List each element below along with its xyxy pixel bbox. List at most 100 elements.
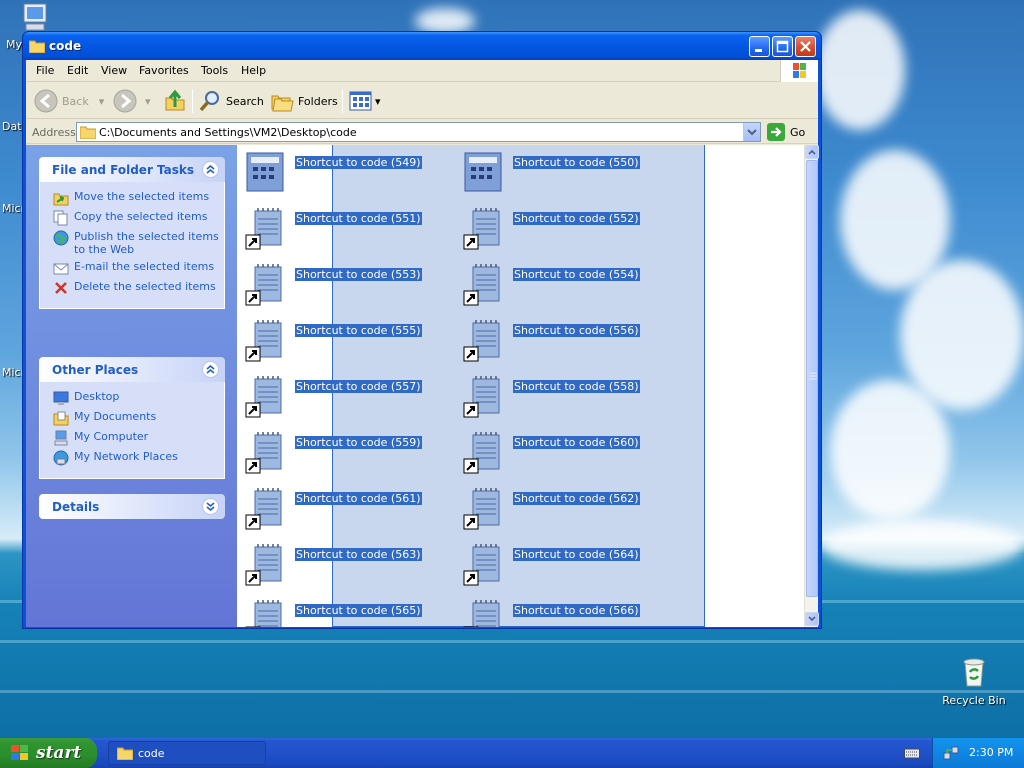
file-item[interactable]: Shortcut to code (557) <box>237 369 447 419</box>
recycle-bin-icon <box>963 658 985 687</box>
windows-flag-icon <box>793 63 806 78</box>
address-dropdown-button[interactable] <box>743 123 760 141</box>
file-item[interactable]: Shortcut to code (564) <box>455 537 665 587</box>
place-desktop[interactable]: Desktop <box>40 390 224 410</box>
expand-button[interactable] <box>202 498 219 515</box>
panel-body: Desktop My Documents My Computer My Netw… <box>39 382 225 479</box>
scroll-down-button[interactable] <box>805 612 819 626</box>
file-item[interactable]: Shortcut to code (556) <box>455 313 665 363</box>
minimize-button[interactable] <box>749 36 770 57</box>
forward-dropdown-icon[interactable]: ▾ <box>145 95 151 108</box>
place-label: My Network Places <box>74 450 178 463</box>
forward-button[interactable]: ▾ <box>113 89 151 113</box>
views-button[interactable]: ▾ <box>348 89 381 113</box>
file-list[interactable]: Shortcut to code (549) Shortcut to code (… <box>237 145 804 627</box>
file-item[interactable]: Shortcut to code (550) <box>455 145 665 195</box>
system-tray: 2:30 PM <box>932 738 1024 768</box>
panel-header[interactable]: File and Folder Tasks <box>39 157 225 182</box>
search-icon <box>199 91 219 112</box>
file-item[interactable]: Shortcut to code (551) <box>237 201 447 251</box>
close-button[interactable] <box>795 36 816 57</box>
file-item[interactable]: Shortcut to code (561) <box>237 481 447 531</box>
place-my-computer[interactable]: My Computer <box>40 430 224 450</box>
cloud <box>830 380 950 520</box>
file-item[interactable]: Shortcut to code (553) <box>237 257 447 307</box>
file-item[interactable]: Shortcut to code (562) <box>455 481 665 531</box>
collapse-button[interactable] <box>202 161 219 178</box>
file-item[interactable]: Shortcut to code (554) <box>455 257 665 307</box>
minimize-icon <box>755 49 762 52</box>
task-publish[interactable]: Publish the selected items to the Web <box>40 230 224 260</box>
task-delete[interactable]: Delete the selected items <box>40 280 224 300</box>
task-copy[interactable]: Copy the selected items <box>40 210 224 230</box>
panel-header[interactable]: Details <box>39 494 225 519</box>
scrollbar-thumb[interactable] <box>806 160 818 597</box>
task-move[interactable]: Move the selected items <box>40 190 224 210</box>
taskbar-button-code[interactable]: code <box>108 741 266 765</box>
menu-tools[interactable]: Tools <box>201 64 228 77</box>
network-status-icon[interactable] <box>943 745 959 761</box>
menu-edit[interactable]: Edit <box>67 64 88 77</box>
chevron-up-icon <box>206 364 215 374</box>
delete-x-icon <box>55 282 67 294</box>
file-item[interactable]: Shortcut to code (563) <box>237 537 447 587</box>
file-name: Shortcut to code (566) <box>513 604 640 617</box>
search-button[interactable]: Search <box>198 89 264 113</box>
address-input[interactable]: C:\Documents and Settings\VM2\Desktop\co… <box>76 122 761 142</box>
toolbar-separator <box>342 89 343 113</box>
up-folder-button[interactable] <box>163 89 187 113</box>
scroll-up-button[interactable] <box>805 145 819 159</box>
file-item[interactable]: Shortcut to code (558) <box>455 369 665 419</box>
toolbar-separator <box>192 89 193 113</box>
file-item[interactable]: Shortcut to code (560) <box>455 425 665 475</box>
computer-icon <box>54 430 68 446</box>
task-label: Move the selected items <box>74 190 210 203</box>
notepad-shortcut-icon <box>463 376 500 418</box>
windows-logo <box>780 60 818 82</box>
file-item[interactable]: Shortcut to code (549) <box>237 145 447 195</box>
menu-view[interactable]: View <box>101 64 127 77</box>
start-button[interactable]: start <box>0 738 97 768</box>
back-dropdown-icon[interactable]: ▾ <box>99 95 105 108</box>
file-name: Shortcut to code (560) <box>513 436 640 449</box>
file-item[interactable]: Shortcut to code (565) <box>237 593 447 627</box>
place-my-network-places[interactable]: My Network Places <box>40 450 224 470</box>
vertical-scrollbar[interactable] <box>804 145 819 627</box>
back-button[interactable]: Back ▾ <box>34 89 104 113</box>
application-shortcut-icon <box>464 152 502 192</box>
go-button[interactable]: Go <box>767 123 805 141</box>
collapse-button[interactable] <box>202 361 219 378</box>
file-item[interactable]: Shortcut to code (559) <box>237 425 447 475</box>
desktop-icon-recycle-bin[interactable]: Recycle Bin <box>936 656 1012 707</box>
task-label: Publish the selected items to the Web <box>74 230 219 256</box>
notepad-shortcut-icon <box>463 320 500 362</box>
menu-help[interactable]: Help <box>241 64 266 77</box>
globe-icon <box>53 230 69 246</box>
file-item[interactable]: Shortcut to code (552) <box>455 201 665 251</box>
notepad-shortcut-icon <box>463 264 500 306</box>
forward-arrow-icon <box>113 89 137 113</box>
menu-file[interactable]: File <box>36 64 54 77</box>
file-name: Shortcut to code (563) <box>295 548 422 561</box>
chevron-down-icon <box>747 129 757 136</box>
address-value: C:\Documents and Settings\VM2\Desktop\co… <box>99 126 357 139</box>
file-item[interactable]: Shortcut to code (555) <box>237 313 447 363</box>
folders-button[interactable]: Folders <box>270 89 338 113</box>
grip-icon <box>809 372 817 380</box>
up-folder-icon <box>165 89 185 111</box>
notepad-shortcut-icon <box>245 264 282 306</box>
clock[interactable]: 2:30 PM <box>969 746 1013 759</box>
menu-favorites[interactable]: Favorites <box>139 64 189 77</box>
file-name: Shortcut to code (553) <box>295 268 422 281</box>
details-panel: Details <box>39 494 225 519</box>
panel-header[interactable]: Other Places <box>39 357 225 382</box>
file-item[interactable]: Shortcut to code (566) <box>455 593 665 627</box>
cloud <box>815 10 905 130</box>
keyboard-icon[interactable] <box>904 746 920 760</box>
title-bar[interactable]: code <box>23 32 821 60</box>
task-email[interactable]: E-mail the selected items <box>40 260 224 280</box>
place-my-documents[interactable]: My Documents <box>40 410 224 430</box>
notepad-shortcut-icon <box>245 488 282 530</box>
maximize-button[interactable] <box>772 36 793 57</box>
file-name: Shortcut to code (550) <box>513 156 640 169</box>
